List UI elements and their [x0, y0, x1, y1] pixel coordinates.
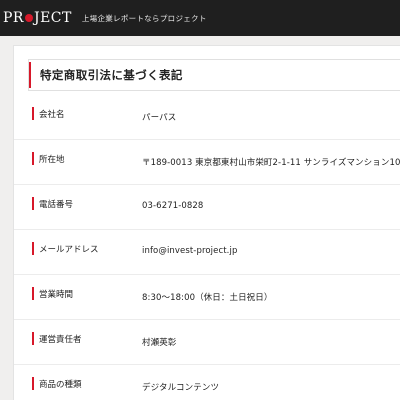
title-accent-bar	[29, 62, 31, 88]
main-content-card: 特定商取引法に基づく表記 会社名 パーパス 所在地 〒189-0013 東京都東…	[13, 45, 400, 400]
row-value: 村瀬英彰	[142, 338, 177, 348]
row-value: パーパス	[142, 113, 177, 123]
info-row-email: メールアドレス info@invest-project.jp	[14, 231, 400, 275]
row-accent-bar	[32, 377, 34, 390]
logo-text-left: PR	[3, 10, 24, 26]
row-label: 電話番号	[39, 200, 74, 210]
row-label: 所在地	[39, 155, 65, 165]
row-value: デジタルコンテンツ	[142, 383, 220, 393]
info-row-product-type: 商品の種類 デジタルコンテンツ	[14, 366, 400, 400]
row-label: 運営責任者	[39, 335, 82, 345]
row-accent-bar	[32, 332, 34, 345]
row-label: 営業時間	[39, 290, 74, 300]
info-row-address: 所在地 〒189-0013 東京都東村山市栄町2-1-11 サンライズマンション…	[14, 141, 400, 185]
site-header: PR JECT 上場企業レポートならプロジェクト	[0, 0, 400, 36]
row-label: メールアドレス	[39, 245, 99, 255]
row-accent-bar	[32, 242, 34, 255]
row-label: 商品の種類	[39, 380, 82, 390]
row-value: 03-6271-0828	[142, 201, 204, 211]
info-row-hours: 営業時間 8:30～18:00（休日：土日祝日）	[14, 276, 400, 320]
row-accent-bar	[32, 107, 34, 120]
row-value: 〒189-0013 東京都東村山市栄町2-1-11 サンライズマンション106	[142, 158, 400, 168]
row-accent-bar	[32, 152, 34, 165]
row-value: 8:30～18:00（休日：土日祝日）	[142, 293, 273, 303]
row-value: info@invest-project.jp	[142, 246, 238, 256]
row-accent-bar	[32, 287, 34, 300]
row-label: 会社名	[39, 110, 65, 120]
page-title-box: 特定商取引法に基づく表記	[28, 59, 400, 91]
info-row-manager: 運営責任者 村瀬英彰	[14, 321, 400, 365]
logo-dot-icon	[24, 14, 33, 22]
row-accent-bar	[32, 197, 34, 210]
info-row-company: 会社名 パーパス	[14, 96, 400, 140]
info-row-phone: 電話番号 03-6271-0828	[14, 186, 400, 230]
page-title: 特定商取引法に基づく表記	[40, 68, 183, 82]
project-logo[interactable]: PR JECT	[3, 0, 72, 36]
site-tagline: 上場企業レポートならプロジェクト	[81, 13, 207, 23]
logo-text-right: JECT	[33, 10, 72, 26]
